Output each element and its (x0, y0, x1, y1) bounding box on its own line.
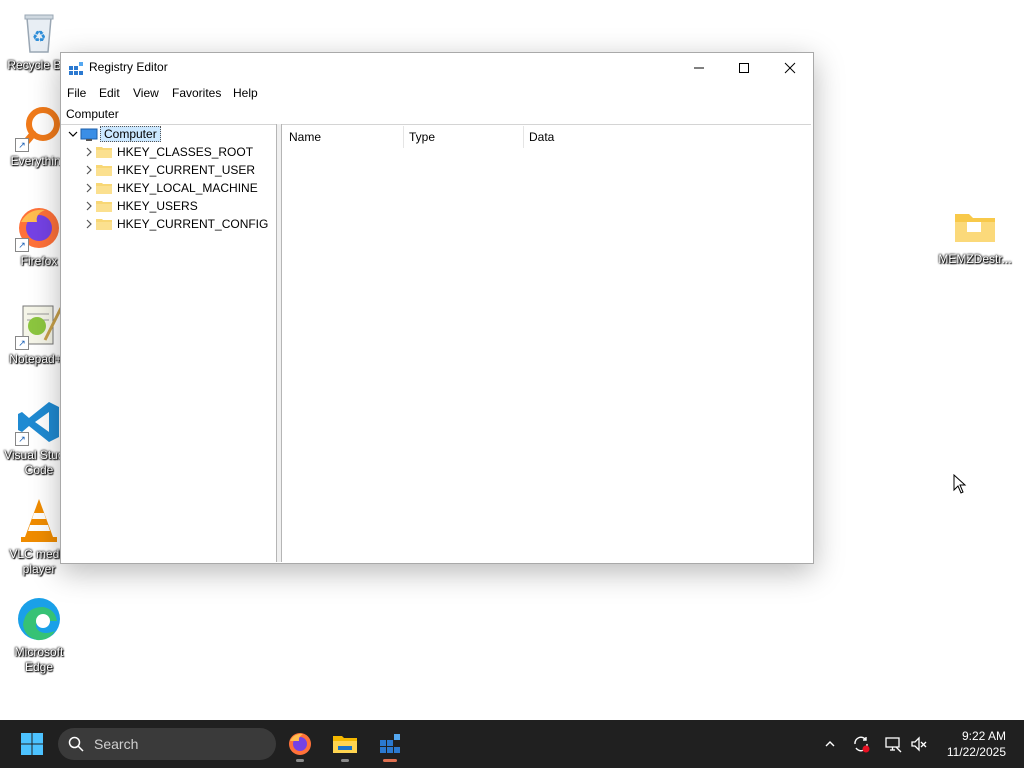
shortcut-arrow-icon: ↗ (15, 238, 29, 252)
edge-icon (15, 595, 63, 643)
minimize-icon (694, 67, 704, 69)
window-title: Registry Editor (89, 60, 168, 74)
mouse-cursor-icon (953, 473, 967, 499)
tree-item-computer[interactable]: Computer (66, 125, 161, 143)
chevron-right-icon[interactable] (82, 161, 96, 179)
vscode-icon: ↗ (15, 398, 63, 446)
chevron-right-icon[interactable] (82, 215, 96, 233)
tray-volume[interactable] (909, 734, 929, 754)
tree-item-hkcc[interactable]: HKEY_CURRENT_CONFIG (82, 215, 268, 233)
tray-sync[interactable] (851, 734, 871, 754)
menu-file[interactable]: File (67, 86, 86, 100)
menu-edit[interactable]: Edit (99, 86, 120, 100)
file-explorer-icon (333, 736, 357, 753)
title-bar[interactable]: Registry Editor (61, 53, 813, 83)
svg-text:♻: ♻ (32, 27, 46, 46)
tree-item-hkcu[interactable]: HKEY_CURRENT_USER (82, 161, 255, 179)
search-icon (68, 736, 84, 752)
chevron-right-icon[interactable] (82, 197, 96, 215)
tree-item-hku[interactable]: HKEY_USERS (82, 197, 198, 215)
tree-pane[interactable]: Computer HKEY_CLASSES_ROOT HKEY_CURRENT_… (61, 124, 277, 562)
desktop-icon-memz-folder[interactable]: MEMZDestr... (938, 202, 1012, 267)
folder-icon (96, 182, 112, 194)
clock-date: 11/22/2025 (946, 745, 1006, 759)
computer-icon (80, 128, 98, 141)
registry-editor-icon (68, 61, 84, 77)
tree-item-label: HKEY_CURRENT_CONFIG (117, 217, 269, 231)
recycle-bin-icon: ♻ (15, 8, 63, 56)
menu-help[interactable]: Help (233, 86, 258, 100)
desktop-icon-label: Microsoft Edge (14, 645, 64, 674)
shortcut-arrow-icon: ↗ (15, 432, 29, 446)
close-icon (784, 62, 796, 74)
column-header-data[interactable]: Data (529, 124, 554, 150)
volume-muted-icon (911, 736, 927, 752)
folder-icon (951, 202, 999, 250)
menu-view[interactable]: View (133, 86, 159, 100)
running-indicator (296, 759, 304, 762)
tree-item-label: HKEY_CURRENT_USER (117, 163, 256, 177)
taskbar-app-registry-editor[interactable] (372, 726, 408, 762)
registry-editor-icon (380, 734, 400, 753)
tree-item-label: Computer (100, 126, 161, 142)
taskbar-app-firefox[interactable] (282, 726, 318, 762)
column-divider[interactable] (403, 126, 404, 148)
clock-time: 9:22 AM (961, 729, 1006, 743)
tree-item-hklm[interactable]: HKEY_LOCAL_MACHINE (82, 179, 258, 197)
folder-icon (96, 146, 112, 158)
vlc-icon (15, 497, 63, 545)
registry-editor-window: Registry Editor File Edit View Favorites… (60, 52, 814, 564)
menu-bar: File Edit View Favorites Help (61, 83, 813, 103)
tree-item-label: HKEY_LOCAL_MACHINE (117, 181, 258, 195)
chevron-right-icon[interactable] (82, 143, 96, 161)
firefox-icon (289, 733, 311, 755)
close-button[interactable] (767, 53, 813, 83)
tray-network[interactable] (883, 734, 903, 754)
search-placeholder: Search (94, 736, 139, 752)
minimize-button[interactable] (676, 53, 722, 83)
tree-item-label: HKEY_USERS (117, 199, 198, 213)
start-button[interactable] (14, 726, 50, 762)
folder-icon (96, 200, 112, 212)
windows-logo-icon (21, 733, 43, 755)
desktop-icon-edge[interactable]: Microsoft Edge (2, 595, 76, 675)
taskbar-clock[interactable]: 9:22 AM 11/22/2025 (947, 728, 1006, 760)
running-indicator (341, 759, 349, 762)
address-text[interactable]: Computer (66, 107, 119, 121)
address-bar[interactable]: Computer (61, 104, 811, 125)
tree-item-label: HKEY_CLASSES_ROOT (117, 145, 254, 159)
show-hidden-icons-button[interactable] (820, 734, 840, 754)
chevron-up-icon (825, 741, 835, 747)
notepadpp-icon: ↗ (15, 302, 63, 350)
shortcut-arrow-icon: ↗ (15, 138, 29, 152)
maximize-button[interactable] (721, 53, 767, 83)
sync-alert-icon (854, 736, 870, 753)
folder-icon (96, 164, 112, 176)
taskbar-search-box[interactable]: Search (58, 728, 276, 760)
network-disconnected-icon (885, 737, 902, 753)
maximize-icon (739, 63, 749, 73)
folder-icon (96, 218, 112, 230)
column-divider[interactable] (523, 126, 524, 148)
active-indicator (383, 759, 397, 762)
taskbar: Search 9:22 AM 11/22/2025 (0, 720, 1024, 768)
desktop-icon-label: MEMZDestr... (938, 252, 1012, 266)
chevron-right-icon[interactable] (82, 179, 96, 197)
chevron-down-icon[interactable] (66, 125, 80, 143)
firefox-icon: ↗ (15, 204, 63, 252)
everything-search-icon: ↗ (15, 104, 63, 152)
values-list-pane[interactable]: Name Type Data (281, 124, 813, 562)
menu-favorites[interactable]: Favorites (172, 86, 221, 100)
tree-item-hkcr[interactable]: HKEY_CLASSES_ROOT (82, 143, 253, 161)
column-header-type[interactable]: Type (409, 124, 435, 150)
taskbar-app-file-explorer[interactable] (327, 726, 363, 762)
shortcut-arrow-icon: ↗ (15, 336, 29, 350)
column-header-name[interactable]: Name (289, 124, 321, 150)
